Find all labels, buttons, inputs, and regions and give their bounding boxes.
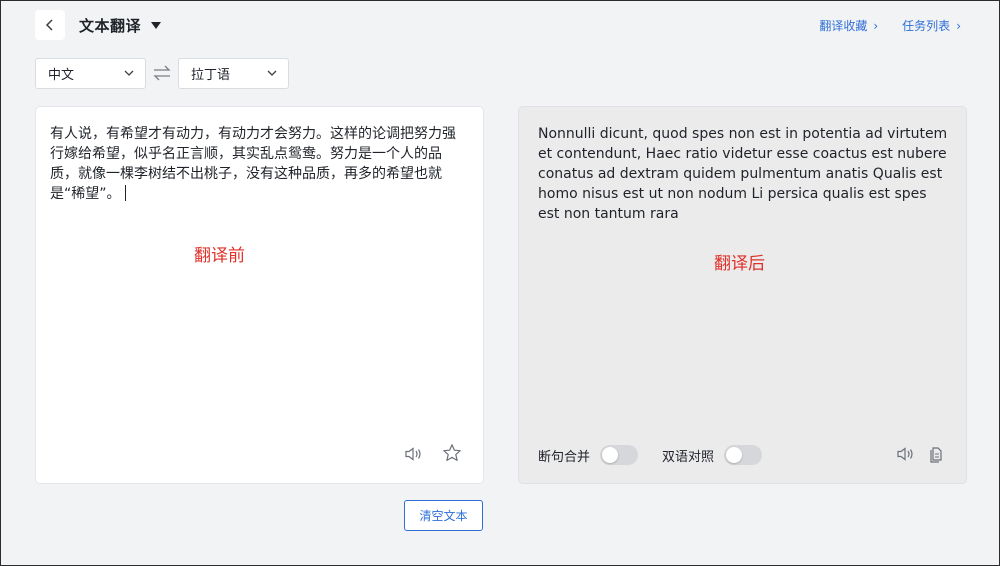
chevron-left-icon <box>45 19 53 31</box>
bilingual-toggle[interactable] <box>724 445 763 465</box>
swap-languages-icon[interactable] <box>151 63 173 83</box>
chevron-right-icon: › <box>956 18 961 33</box>
merge-sentences-label: 断句合并 <box>538 449 591 465</box>
favorites-link[interactable]: 翻译收藏 › <box>819 17 878 34</box>
copy-button[interactable] <box>925 443 947 465</box>
chevron-down-icon <box>267 70 277 76</box>
speaker-icon <box>897 447 913 461</box>
source-speak-button[interactable] <box>402 443 424 465</box>
target-language-value: 拉丁语 <box>191 68 231 83</box>
translated-text: Nonnulli dicunt, quod spes non est in po… <box>538 126 948 222</box>
after-translation-marker: 翻译后 <box>714 254 765 274</box>
mode-dropdown[interactable]: 文本翻译 <box>79 13 162 37</box>
top-links: 翻译收藏 › 任务列表 › <box>819 17 961 34</box>
back-button[interactable] <box>35 10 65 40</box>
source-language-value: 中文 <box>48 68 75 83</box>
caret-down-icon <box>151 21 162 29</box>
target-language-select[interactable]: 拉丁语 <box>178 58 289 89</box>
source-text: 有人说，有希望才有动力，有动力才会努力。这样的论调把努力强行嫁给希望，似乎名正言… <box>50 126 456 202</box>
text-cursor <box>124 185 126 201</box>
source-language-select[interactable]: 中文 <box>35 58 146 89</box>
merge-sentences-toggle[interactable] <box>600 445 639 465</box>
favorite-button[interactable] <box>441 442 463 464</box>
clear-text-button[interactable]: 清空文本 <box>404 500 483 531</box>
source-text-panel[interactable]: 有人说，有希望才有动力，有动力才会努力。这样的论调把努力强行嫁给希望，似乎名正言… <box>35 106 484 484</box>
favorites-link-label: 翻译收藏 <box>819 19 868 33</box>
task-list-link-label: 任务列表 <box>902 19 951 33</box>
target-speak-button[interactable] <box>894 443 916 465</box>
task-list-link[interactable]: 任务列表 › <box>902 17 961 34</box>
before-translation-marker: 翻译前 <box>194 246 245 266</box>
app-frame: 文本翻译 翻译收藏 › 任务列表 › 中文 拉丁语 有人说，有希望才有动力，有动… <box>0 0 1000 566</box>
star-icon <box>443 444 461 461</box>
bilingual-option: 双语对照 <box>662 445 763 465</box>
merge-sentences-option: 断句合并 <box>538 445 639 465</box>
target-text-panel: Nonnulli dicunt, quod spes non est in po… <box>518 106 967 484</box>
options-row: 断句合并 双语对照 <box>538 445 786 465</box>
chevron-down-icon <box>124 70 134 76</box>
bilingual-label: 双语对照 <box>662 449 715 465</box>
copy-icon <box>930 447 942 463</box>
source-text-area[interactable]: 有人说，有希望才有动力，有动力才会努力。这样的论调把努力强行嫁给希望，似乎名正言… <box>50 124 460 204</box>
chevron-right-icon: › <box>873 18 879 33</box>
page-title: 文本翻译 <box>79 16 142 35</box>
speaker-icon <box>405 447 421 461</box>
